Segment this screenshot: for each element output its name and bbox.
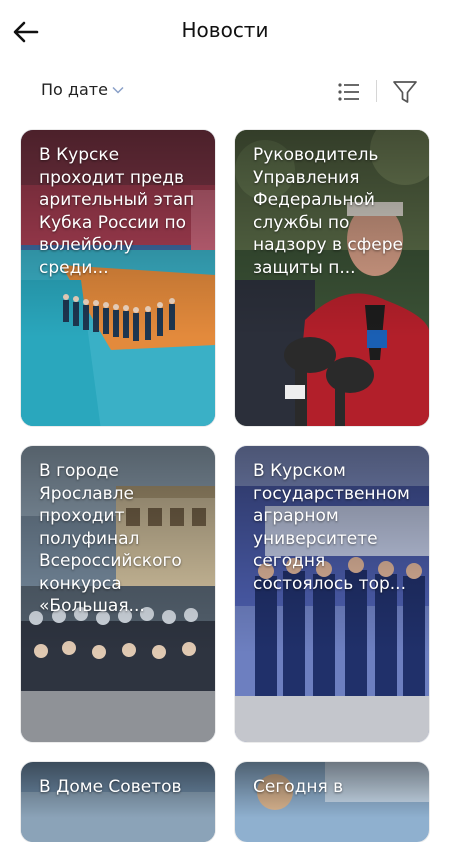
filter-icon — [393, 81, 417, 103]
chevron-down-icon — [112, 86, 124, 94]
news-card[interactable]: В Курске проходит предв арительный этап … — [21, 130, 215, 426]
news-card-title: В городе Ярославле проходит полуфинал Вс… — [39, 461, 182, 616]
news-card[interactable]: Руководитель Управления Федеральной служ… — [235, 130, 429, 426]
card-shade — [235, 762, 429, 842]
sort-label: По дате — [41, 80, 108, 99]
news-card[interactable]: В городе Ярославле проходит полуфинал Вс… — [21, 446, 215, 742]
news-card[interactable]: В Доме Советов — [21, 762, 215, 842]
toolbar: По дате — [0, 72, 450, 112]
list-icon — [338, 83, 359, 101]
news-card-title: Сегодня в — [253, 777, 344, 797]
app-header: Новости — [0, 0, 450, 64]
news-card-title: В Курске проходит предв арительный этап … — [39, 145, 195, 278]
toolbar-divider — [376, 80, 377, 102]
news-card[interactable]: В Курском государственном аграрном униве… — [235, 446, 429, 742]
page-title: Новости — [181, 18, 269, 42]
news-card-title: Руководитель Управления Федеральной служ… — [253, 145, 403, 278]
list-view-button[interactable] — [336, 79, 362, 105]
news-card-title: В Доме Советов — [39, 777, 182, 797]
filter-button[interactable] — [391, 78, 419, 106]
card-shade — [21, 762, 215, 842]
news-card[interactable]: Сегодня в — [235, 762, 429, 842]
news-card-title: В Курском государственном аграрном униве… — [253, 461, 410, 594]
sort-dropdown[interactable]: По дате — [41, 80, 124, 99]
